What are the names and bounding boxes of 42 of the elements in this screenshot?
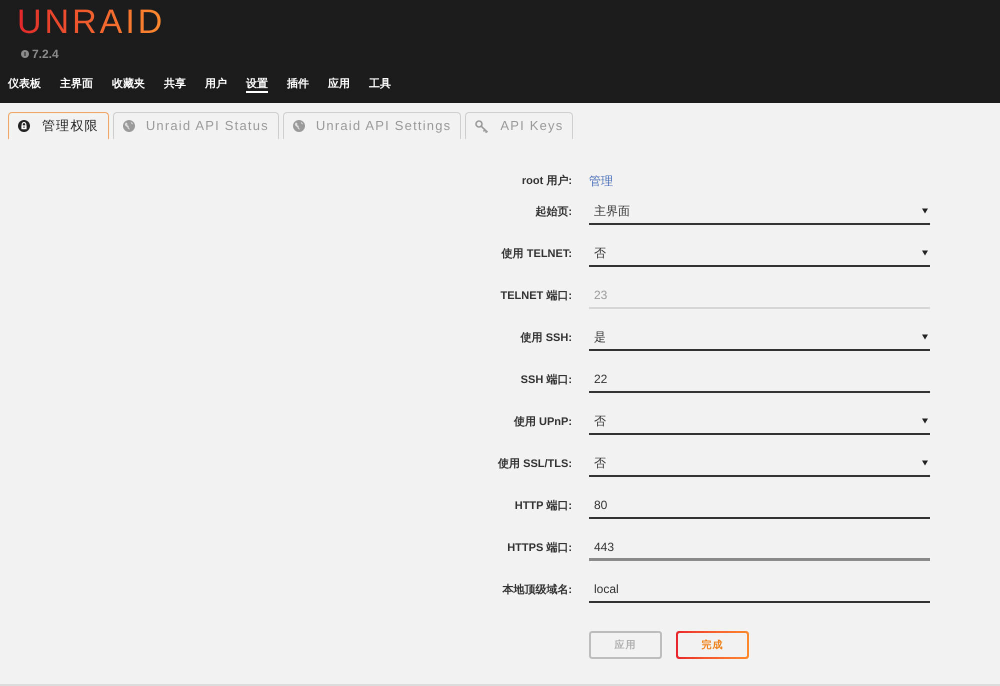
tab[interactable]: 管理权限 [8,112,109,139]
select-field[interactable]: 否 [589,241,930,267]
nav-tab[interactable]: 共享 [164,78,186,93]
text-field[interactable]: local [589,577,930,603]
globe-icon [122,120,135,132]
link[interactable]: 管理 [589,172,613,190]
field-label: root 用户: [522,174,572,189]
globe-icon [292,120,305,132]
field-label: 使用 SSL/TLS: [498,456,572,472]
nav-tab[interactable]: 工具 [369,78,391,93]
select-field[interactable]: 主界面 [589,199,930,225]
caret-icon [922,334,928,340]
field-label: 使用 SSH: [520,330,572,346]
lock-icon [18,120,30,132]
text-field[interactable]: 80 [589,493,930,519]
select-field[interactable]: 否 [589,409,930,435]
select-field[interactable]: 否 [589,451,930,477]
field-label: SSH 端口: [520,372,572,388]
text-field[interactable]: 22 [589,367,930,393]
caret-icon [922,460,928,466]
nav-tab[interactable]: 主界面 [60,78,93,93]
field-label: 起始页: [535,204,572,220]
nav-tab[interactable]: 仪表板 [8,78,41,93]
nav-tab[interactable]: 应用 [328,78,350,93]
caret-icon [922,250,928,256]
version-text: 7.2.4 [32,47,59,61]
nav-tab[interactable]: 设置 [246,78,268,93]
caret-icon [922,208,928,214]
caret-icon [922,418,928,424]
nav-tab[interactable]: 用户 [205,78,227,93]
text-field[interactable]: 443 [589,535,930,561]
field-label: HTTPS 端口: [507,540,572,556]
nav-tab[interactable]: 收藏夹 [112,78,145,93]
field-label: 使用 UPnP: [514,414,572,430]
field-label: HTTP 端口: [514,498,572,514]
field-label: TELNET 端口: [500,288,572,304]
key-icon [475,120,490,132]
field-label: 本地顶级域名: [502,582,572,598]
circle-icon [21,50,29,58]
nav-tab[interactable]: 插件 [287,78,309,93]
field-label: 使用 TELNET: [502,246,572,262]
select-field[interactable]: 是 [589,325,930,351]
